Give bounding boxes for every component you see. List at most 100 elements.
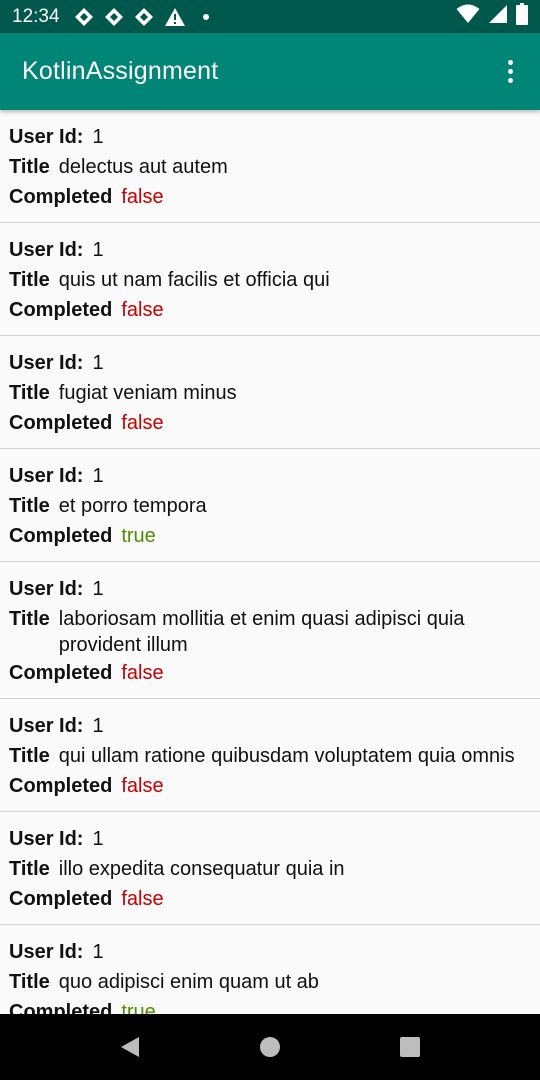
list-item[interactable]: User Id: 1 Title fugiat veniam minus Com… (0, 336, 540, 449)
notification-icons (74, 7, 216, 27)
overflow-dot (507, 69, 513, 74)
title-label: Title (9, 858, 50, 880)
title-label: Title (9, 745, 50, 767)
diamond-icon (74, 7, 94, 27)
user-id-row: User Id: 1 (9, 824, 531, 854)
list-item[interactable]: User Id: 1 Title quo adipisci enim quam … (0, 925, 540, 1014)
user-id-label: User Id: (9, 239, 84, 261)
back-button[interactable] (100, 1022, 160, 1072)
app-title: KotlinAssignment (22, 57, 219, 85)
list-item[interactable]: User Id: 1 Title illo expedita consequat… (0, 812, 540, 925)
title-label: Title (9, 382, 50, 404)
user-id-label: User Id: (9, 465, 84, 487)
completed-value: true (121, 1001, 156, 1014)
completed-row: Completed true (9, 997, 531, 1014)
completed-row: Completed false (9, 884, 531, 914)
list-item[interactable]: User Id: 1 Title et porro tempora Comple… (0, 449, 540, 562)
title-row: Title quis ut nam facilis et officia qui (9, 265, 531, 295)
title-value: fugiat veniam minus (58, 382, 237, 404)
completed-value: false (121, 186, 164, 208)
recents-button[interactable] (380, 1022, 440, 1072)
app-bar: KotlinAssignment (0, 33, 540, 110)
completed-value: false (121, 775, 164, 797)
overflow-menu-button[interactable] (494, 48, 526, 96)
title-label: Title (9, 156, 50, 178)
title-label: Title (9, 269, 50, 291)
title-row: Title illo expedita consequatur quia in (9, 854, 531, 884)
completed-value: true (121, 525, 156, 547)
title-value: delectus aut autem (58, 156, 228, 178)
user-id-row: User Id: 1 (9, 937, 531, 967)
wifi-icon (456, 4, 480, 29)
user-id-value: 1 (92, 941, 104, 963)
recents-icon (400, 1037, 420, 1057)
completed-row: Completed false (9, 295, 531, 325)
user-id-row: User Id: 1 (9, 574, 531, 604)
completed-row: Completed false (9, 771, 531, 801)
status-right-icons (456, 3, 528, 30)
warning-icon (164, 7, 186, 27)
user-id-value: 1 (92, 126, 104, 148)
user-id-label: User Id: (9, 828, 84, 850)
home-button[interactable] (240, 1022, 300, 1072)
title-value: qui ullam ratione quibusdam voluptatem q… (58, 745, 515, 767)
user-id-label: User Id: (9, 126, 84, 148)
list-item[interactable]: User Id: 1 Title quis ut nam facilis et … (0, 223, 540, 336)
user-id-row: User Id: 1 (9, 348, 531, 378)
completed-label: Completed (9, 888, 113, 910)
todo-list[interactable]: User Id: 1 Title delectus aut autem Comp… (0, 110, 540, 1014)
back-icon (121, 1037, 139, 1057)
list-item[interactable]: User Id: 1 Title laboriosam mollitia et … (0, 562, 540, 699)
user-id-label: User Id: (9, 715, 84, 737)
user-id-value: 1 (92, 715, 104, 737)
completed-label: Completed (9, 299, 113, 321)
title-value: laboriosam mollitia et enim quasi adipis… (58, 608, 465, 656)
user-id-value: 1 (92, 352, 104, 374)
home-icon (260, 1037, 280, 1057)
title-label: Title (9, 608, 50, 630)
completed-row: Completed false (9, 658, 531, 688)
user-id-value: 1 (92, 239, 104, 261)
user-id-row: User Id: 1 (9, 122, 531, 152)
completed-row: Completed false (9, 182, 531, 212)
completed-label: Completed (9, 412, 113, 434)
battery-icon (516, 3, 528, 30)
user-id-label: User Id: (9, 352, 84, 374)
completed-label: Completed (9, 662, 113, 684)
completed-value: false (121, 888, 164, 910)
title-row: Title et porro tempora (9, 491, 531, 521)
completed-value: false (121, 299, 164, 321)
diamond-icon (104, 7, 124, 27)
title-label: Title (9, 971, 50, 993)
completed-label: Completed (9, 775, 113, 797)
navigation-bar (0, 1014, 540, 1080)
title-row: Title laboriosam mollitia et enim quasi … (9, 604, 531, 658)
user-id-value: 1 (92, 578, 104, 600)
user-id-value: 1 (92, 465, 104, 487)
title-row: Title qui ullam ratione quibusdam volupt… (9, 741, 531, 771)
title-value: quo adipisci enim quam ut ab (58, 971, 319, 993)
user-id-row: User Id: 1 (9, 461, 531, 491)
title-row: Title fugiat veniam minus (9, 378, 531, 408)
signal-icon (488, 4, 508, 29)
user-id-label: User Id: (9, 578, 84, 600)
title-row: Title delectus aut autem (9, 152, 531, 182)
user-id-value: 1 (92, 828, 104, 850)
completed-label: Completed (9, 525, 113, 547)
completed-label: Completed (9, 186, 113, 208)
completed-value: false (121, 662, 164, 684)
title-value: illo expedita consequatur quia in (58, 858, 345, 880)
status-time: 12:34 (12, 5, 60, 27)
user-id-row: User Id: 1 (9, 235, 531, 265)
user-id-label: User Id: (9, 941, 84, 963)
overflow-dot (507, 78, 513, 83)
title-value: et porro tempora (58, 495, 207, 517)
completed-value: false (121, 412, 164, 434)
title-row: Title quo adipisci enim quam ut ab (9, 967, 531, 997)
overflow-dot (507, 60, 513, 65)
completed-label: Completed (9, 1001, 113, 1014)
completed-row: Completed false (9, 408, 531, 438)
list-item[interactable]: User Id: 1 Title delectus aut autem Comp… (0, 110, 540, 223)
user-id-row: User Id: 1 (9, 711, 531, 741)
list-item[interactable]: User Id: 1 Title qui ullam ratione quibu… (0, 699, 540, 812)
